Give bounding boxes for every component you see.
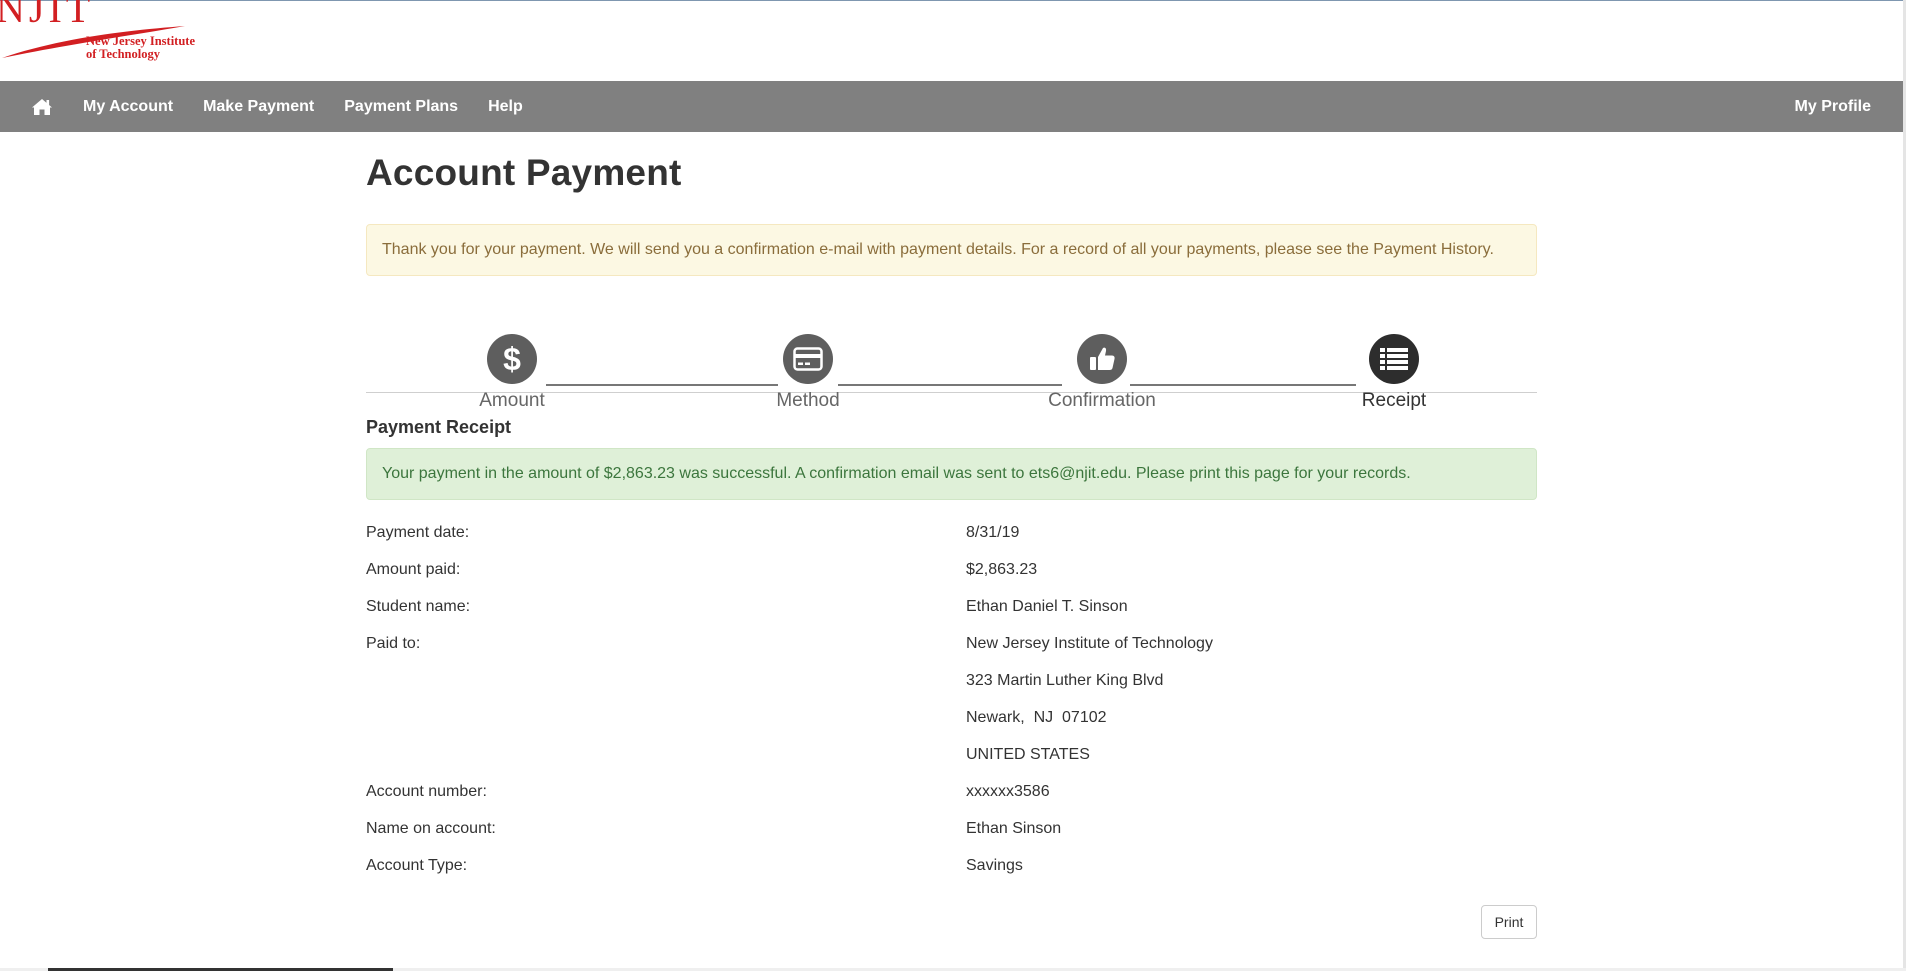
receipt-row: 323 Martin Luther King Blvd [366, 662, 1537, 699]
success-message: Your payment in the amount of $2,863.23 … [382, 465, 1411, 482]
receipt-details: Payment date: 8/31/19 Amount paid: $2,86… [366, 514, 1537, 884]
receipt-value: $2,863.23 [966, 560, 1038, 578]
step-receipt-circle [1369, 334, 1419, 384]
receipt-row: Newark, NJ 07102 [366, 699, 1537, 736]
receipt-value: Ethan Sinson [966, 819, 1062, 837]
receipt-label: Amount paid: [366, 560, 461, 578]
notice-text: Thank you for your payment. We will send… [382, 241, 1494, 258]
receipt-row: Payment date: 8/31/19 [366, 514, 1537, 551]
payment-thank-you-notice: Thank you for your payment. We will send… [366, 224, 1537, 276]
home-button[interactable] [27, 92, 57, 122]
nav-make-payment[interactable]: Make Payment [203, 98, 314, 116]
logo-institution-name: New Jersey Institute of Technology [86, 35, 195, 61]
step-receipt-label: Receipt [1361, 390, 1427, 411]
receipt-value: Newark, NJ 07102 [966, 708, 1107, 726]
main-content: Account Payment Thank you for your payme… [366, 132, 1537, 939]
receipt-label: Account number: [366, 782, 487, 800]
receipt-value: xxxxxx3586 [966, 782, 1050, 800]
receipt-label: Student name: [366, 597, 471, 615]
nav-payment-plans[interactable]: Payment Plans [344, 98, 458, 116]
receipt-value: 8/31/19 [966, 523, 1020, 541]
window-top-border [0, 0, 1906, 1]
receipt-row: UNITED STATES [366, 736, 1537, 773]
nav-my-account[interactable]: My Account [83, 98, 173, 116]
step-confirmation-circle [1077, 334, 1127, 384]
receipt-value: Ethan Daniel T. Sinson [966, 597, 1128, 615]
step-method-circle [783, 334, 833, 384]
step-method: Method [738, 334, 878, 412]
step-amount-label: Amount [479, 390, 545, 411]
step-confirmation: Confirmation [1032, 334, 1172, 412]
step-receipt: Receipt [1324, 334, 1464, 412]
step-amount-circle: $ [487, 334, 537, 384]
receipt-label: Name on account: [366, 819, 496, 837]
njit-logo[interactable]: NJIT New Jersey Institute of Technology [0, 0, 240, 80]
credit-card-icon [793, 347, 823, 371]
receipt-row: Paid to: New Jersey Institute of Technol… [366, 625, 1537, 662]
svg-text:NJIT: NJIT [0, 0, 94, 31]
main-navbar: My Account Make Payment Payment Plans He… [0, 81, 1903, 132]
receipt-label: Paid to: [366, 634, 421, 652]
step-amount: $ Amount [442, 334, 582, 412]
dollar-icon: $ [503, 342, 521, 376]
receipt-value: New Jersey Institute of Technology [966, 634, 1213, 652]
receipt-label: Payment date: [366, 523, 470, 541]
receipt-value: 323 Martin Luther King Blvd [966, 671, 1164, 689]
home-icon [32, 98, 52, 115]
print-button[interactable]: Print [1481, 905, 1537, 939]
receipt-row: Account number: xxxxxx3586 [366, 773, 1537, 810]
nav-my-profile[interactable]: My Profile [1795, 98, 1871, 116]
logo-name-line-2: of Technology [86, 47, 160, 61]
receipt-value: Savings [966, 856, 1023, 874]
receipt-row: Student name: Ethan Daniel T. Sinson [366, 588, 1537, 625]
nav-help[interactable]: Help [488, 98, 523, 116]
receipt-section-title: Payment Receipt [366, 417, 512, 437]
receipt-row: Name on account: Ethan Sinson [366, 810, 1537, 847]
step-confirmation-label: Confirmation [1048, 390, 1156, 411]
step-method-label: Method [776, 390, 840, 411]
payment-success-alert: Your payment in the amount of $2,863.23 … [366, 448, 1537, 500]
list-icon [1380, 348, 1408, 370]
thumbs-up-icon [1090, 347, 1115, 370]
receipt-value: UNITED STATES [966, 745, 1090, 763]
receipt-row: Amount paid: $2,863.23 [366, 551, 1537, 588]
svg-text:$: $ [503, 342, 521, 376]
receipt-label: Account Type: [366, 856, 468, 874]
payment-progress-steps: $ Amount Method Confirmation Receipt [366, 276, 1537, 411]
receipt-row: Account Type: Savings [366, 847, 1537, 884]
page-title: Account Payment [366, 152, 682, 193]
